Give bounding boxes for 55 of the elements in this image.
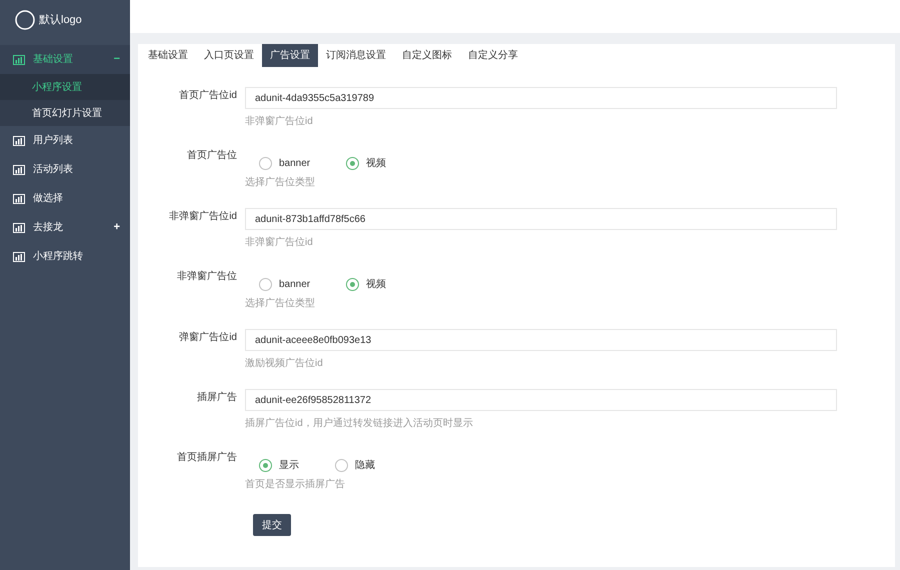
- bar-chart-icon: [13, 136, 25, 146]
- radio-option[interactable]: banner: [259, 276, 310, 292]
- field-label: 首页广告位: [186, 148, 238, 163]
- sidebar-item[interactable]: 活动列表: [0, 155, 130, 184]
- tab[interactable]: 基础设置: [140, 44, 196, 67]
- input-field[interactable]: adunit-aceee8e0fb093e13: [245, 329, 837, 351]
- submit-button[interactable]: 提交: [253, 514, 291, 536]
- sidebar-item[interactable]: 小程序跳转: [0, 242, 130, 271]
- bar-chart-icon: [13, 164, 25, 174]
- submenu-item[interactable]: 首页幻灯片设置: [0, 100, 130, 126]
- tab[interactable]: 自定义分享: [460, 44, 526, 67]
- sidebar-item[interactable]: 去接龙 +: [0, 213, 130, 242]
- tab[interactable]: 入口页设置: [196, 44, 262, 67]
- input-field[interactable]: adunit-ee26f95852811372: [245, 389, 837, 411]
- help-text: 选择广告位类型: [245, 296, 316, 311]
- sidebar-item[interactable]: 做选择: [0, 184, 130, 213]
- toggle-icon: +: [114, 219, 120, 236]
- input-field[interactable]: adunit-4da9355c5a319789: [245, 87, 837, 109]
- submenu-item[interactable]: 小程序设置: [0, 74, 130, 100]
- input-field[interactable]: adunit-873b1affd78f5c66: [245, 208, 837, 230]
- radio-icon: [335, 458, 348, 472]
- bar-chart-icon: [13, 222, 25, 232]
- sidebar-item[interactable]: 基础设置 −: [0, 45, 130, 74]
- tab[interactable]: 订阅消息设置: [318, 44, 394, 67]
- toggle-icon: −: [114, 51, 120, 68]
- radio-option[interactable]: 隐藏: [335, 458, 375, 472]
- radio-icon: [346, 278, 360, 290]
- radio-option[interactable]: 视频: [346, 276, 386, 292]
- radio-icon: [259, 278, 272, 290]
- radio-icon: [259, 156, 272, 170]
- field-label: 插屏广告: [196, 390, 238, 405]
- field-label: 首页插屏广告: [176, 450, 238, 465]
- bar-chart-icon: [13, 54, 25, 64]
- field-label: 非弹窗广告位: [176, 270, 238, 284]
- radio-icon: [346, 156, 360, 170]
- help-text: 选择广告位类型: [245, 176, 316, 190]
- radio-icon: [259, 458, 272, 472]
- field-label: 弹窗广告位id: [178, 330, 238, 345]
- help-text: 非弹窗广告位id: [245, 236, 314, 250]
- radio-option[interactable]: 视频: [346, 156, 386, 170]
- logo-text: 默认logo: [39, 12, 82, 28]
- bar-chart-icon: [13, 252, 25, 262]
- radio-option[interactable]: 显示: [259, 458, 299, 472]
- field-label: 非弹窗广告位id: [168, 210, 238, 224]
- help-text: 首页是否显示插屏广告: [245, 478, 346, 492]
- sidebar-item[interactable]: 用户列表: [0, 126, 130, 155]
- help-text: 插屏广告位id，用户通过转发链接进入活动页时显示: [245, 416, 474, 431]
- tab[interactable]: 自定义图标: [394, 44, 460, 67]
- tab[interactable]: 广告设置: [262, 44, 318, 67]
- help-text: 非弹窗广告位id: [245, 114, 314, 129]
- radio-option[interactable]: banner: [259, 156, 310, 170]
- bar-chart-icon: [13, 194, 25, 204]
- logo-circle-icon: [15, 10, 35, 30]
- help-text: 激励视频广告位id: [245, 356, 324, 371]
- field-label: 首页广告位id: [178, 88, 238, 103]
